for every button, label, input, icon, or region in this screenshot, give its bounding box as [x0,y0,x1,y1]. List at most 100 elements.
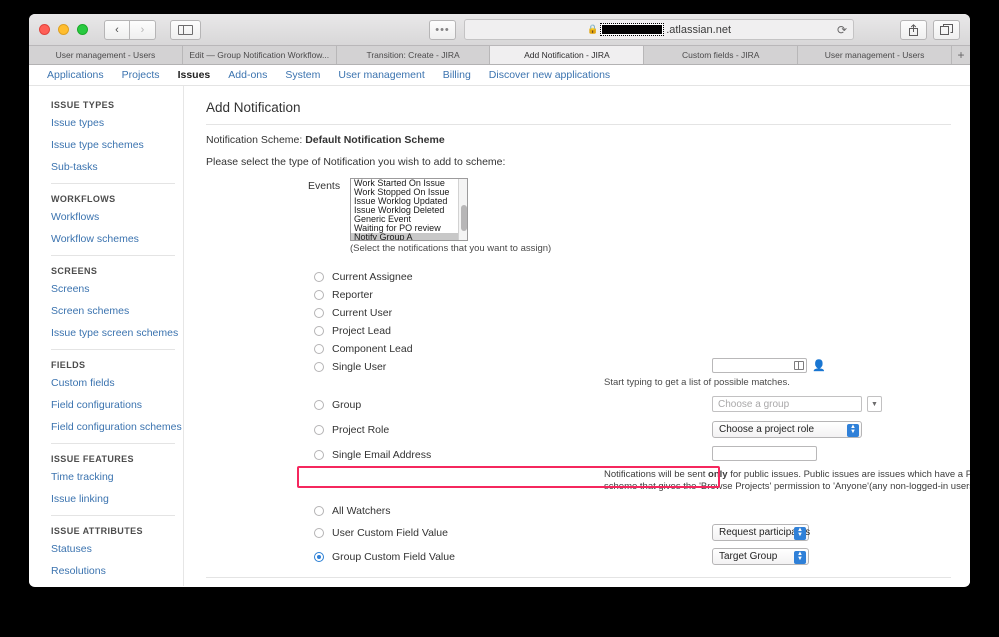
sidebar-section-issue-features: ISSUE FEATURES Time tracking Issue linki… [51,454,183,505]
sidebar-item-issue-linking[interactable]: Issue linking [51,493,183,505]
left-sidebar: ISSUE TYPES Issue types Issue type schem… [29,86,184,586]
browser-tab-0[interactable]: User management - Users [29,46,183,64]
admin-nav-billing[interactable]: Billing [443,69,471,81]
admin-nav-applications[interactable]: Applications [47,69,104,81]
forward-button[interactable]: › [130,19,156,40]
sidebar-item-statuses[interactable]: Statuses [51,543,183,555]
lock-icon: 🔒 [586,24,599,34]
sidebar-section-workflows: WORKFLOWS Workflows Workflow schemes [51,194,183,245]
project-role-select[interactable]: Choose a project role ▲ ▼ [712,421,862,438]
sidebar-item-issue-type-schemes[interactable]: Issue type schemes [51,139,183,151]
user-group-icon[interactable]: 👤 [812,359,826,372]
back-button[interactable]: ‹ [104,19,130,40]
radio-group[interactable] [314,400,324,410]
option-row-single-user[interactable]: Single User 👤 [314,358,970,376]
nav-buttons[interactable]: ‹ › [104,19,156,40]
reload-icon[interactable]: ⟳ [837,23,847,37]
page-title: Add Notification [206,100,301,115]
events-hint: (Select the notifications that you want … [350,243,552,254]
sidebar-item-workflows[interactable]: Workflows [51,211,183,223]
project-role-controls: Choose a project role ▲ ▼ [712,421,862,438]
sidebar-item-issue-type-screen-schemes[interactable]: Issue type screen schemes [51,327,183,339]
maximize-window-button[interactable] [77,24,88,35]
chevron-down-icon[interactable]: ▼ [867,396,882,412]
sidebar-item-time-tracking[interactable]: Time tracking [51,471,183,483]
radio-reporter[interactable] [314,290,324,300]
sidebar-item-screen-schemes[interactable]: Screen schemes [51,305,183,317]
admin-nav-user-management[interactable]: User management [338,69,424,81]
notification-scheme-label: Notification Scheme: [206,134,303,146]
option-row-reporter[interactable]: Reporter [314,286,970,304]
radio-current-user[interactable] [314,308,324,318]
option-row-single-email[interactable]: Single Email Address [314,446,970,464]
events-listbox[interactable]: Work Started On Issue Work Stopped On Is… [350,178,468,241]
sidebar-item-resolutions[interactable]: Resolutions [51,565,183,577]
url-text: 🔒 .atlassian.net [586,23,732,36]
option-row-group-custom-field-value[interactable]: Group Custom Field Value Target Group ▲ ▼ [314,548,970,566]
admin-nav-add-ons[interactable]: Add-ons [228,69,267,81]
option-row-project-role[interactable]: Project Role Choose a project role ▲ ▼ [314,421,970,439]
browser-tab-2[interactable]: Transition: Create - JIRA [336,46,491,64]
user-picker-icon[interactable] [794,361,804,370]
admin-nav-system[interactable]: System [285,69,320,81]
select-stepper-icon[interactable]: ▲ ▼ [847,423,859,437]
group-combo-input[interactable]: Choose a group [712,396,862,412]
browser-tab-4[interactable]: Custom fields - JIRA [644,46,799,64]
single-email-input[interactable] [712,446,817,461]
single-user-input[interactable] [712,358,807,373]
radio-user-custom-field-value[interactable] [314,528,324,538]
radio-single-email-address[interactable] [314,450,324,460]
sidebar-item-field-configuration-schemes[interactable]: Field configuration schemes [51,421,183,433]
user-custom-field-select[interactable]: Request participants ▲ ▼ [712,524,810,541]
new-tab-button[interactable]: + [951,46,970,64]
select-stepper-icon[interactable]: ▲ ▼ [794,526,806,540]
close-window-button[interactable] [39,24,50,35]
events-option-6[interactable]: Notify Group A [351,233,467,240]
sidebar-item-workflow-schemes[interactable]: Workflow schemes [51,233,183,245]
radio-project-role[interactable] [314,425,324,435]
main-content: ? Add Notification Notification Scheme: … [184,86,970,586]
admin-nav-discover[interactable]: Discover new applications [489,69,610,81]
url-domain: .atlassian.net [666,23,732,36]
option-row-component-lead[interactable]: Component Lead [314,340,970,358]
sidebar-section-issue-types: ISSUE TYPES Issue types Issue type schem… [51,100,183,173]
radio-group-custom-field-value[interactable] [314,552,324,562]
address-bar[interactable]: 🔒 .atlassian.net ⟳ [464,19,854,40]
option-row-current-user[interactable]: Current User [314,304,970,322]
browser-tab-1[interactable]: Edit — Group Notification Workflow... [182,46,337,64]
label-component-lead: Component Lead [332,343,413,355]
radio-component-lead[interactable] [314,344,324,354]
browser-tab-3[interactable]: Add Notification - JIRA [490,46,645,64]
radio-project-lead[interactable] [314,326,324,336]
events-listbox-scroll-thumb[interactable] [460,205,467,231]
window-controls[interactable] [39,24,88,35]
show-tabs-button[interactable] [933,19,960,40]
events-listbox-scrollbar[interactable] [458,179,467,240]
radio-current-assignee[interactable] [314,272,324,282]
sidebar-item-custom-fields[interactable]: Custom fields [51,377,183,389]
admin-nav-projects[interactable]: Projects [122,69,160,81]
group-custom-field-select[interactable]: Target Group ▲ ▼ [712,548,809,565]
option-row-current-assignee[interactable]: Current Assignee [314,268,970,286]
admin-nav[interactable]: Applications Projects Issues Add-ons Sys… [29,65,970,86]
select-stepper-icon[interactable]: ▲ ▼ [794,550,806,564]
share-button[interactable] [900,19,927,40]
browser-tab-strip[interactable]: User management - Users Edit — Group Not… [29,46,970,65]
radio-all-watchers[interactable] [314,506,324,516]
minimize-window-button[interactable] [58,24,69,35]
browser-tab-5[interactable]: User management - Users [798,46,952,64]
sidebar-heading-issue-attributes: ISSUE ATTRIBUTES [51,526,143,536]
sidebar-item-issue-types[interactable]: Issue types [51,117,183,129]
sidebar-item-screens[interactable]: Screens [51,283,183,295]
toolbar-right-buttons[interactable] [900,19,960,40]
more-button[interactable]: ••• [429,19,456,40]
option-row-project-lead[interactable]: Project Lead [314,322,970,340]
sidebar-item-sub-tasks[interactable]: Sub-tasks [51,161,183,173]
option-row-group[interactable]: Group Choose a group ▼ [314,396,970,414]
option-row-all-watchers[interactable]: All Watchers [314,502,970,520]
sidebar-item-field-configurations[interactable]: Field configurations [51,399,183,411]
radio-single-user[interactable] [314,362,324,372]
sidebar-toggle-button[interactable] [170,19,201,40]
admin-nav-issues[interactable]: Issues [178,69,211,81]
option-row-user-custom-field-value[interactable]: User Custom Field Value Request particip… [314,524,970,542]
